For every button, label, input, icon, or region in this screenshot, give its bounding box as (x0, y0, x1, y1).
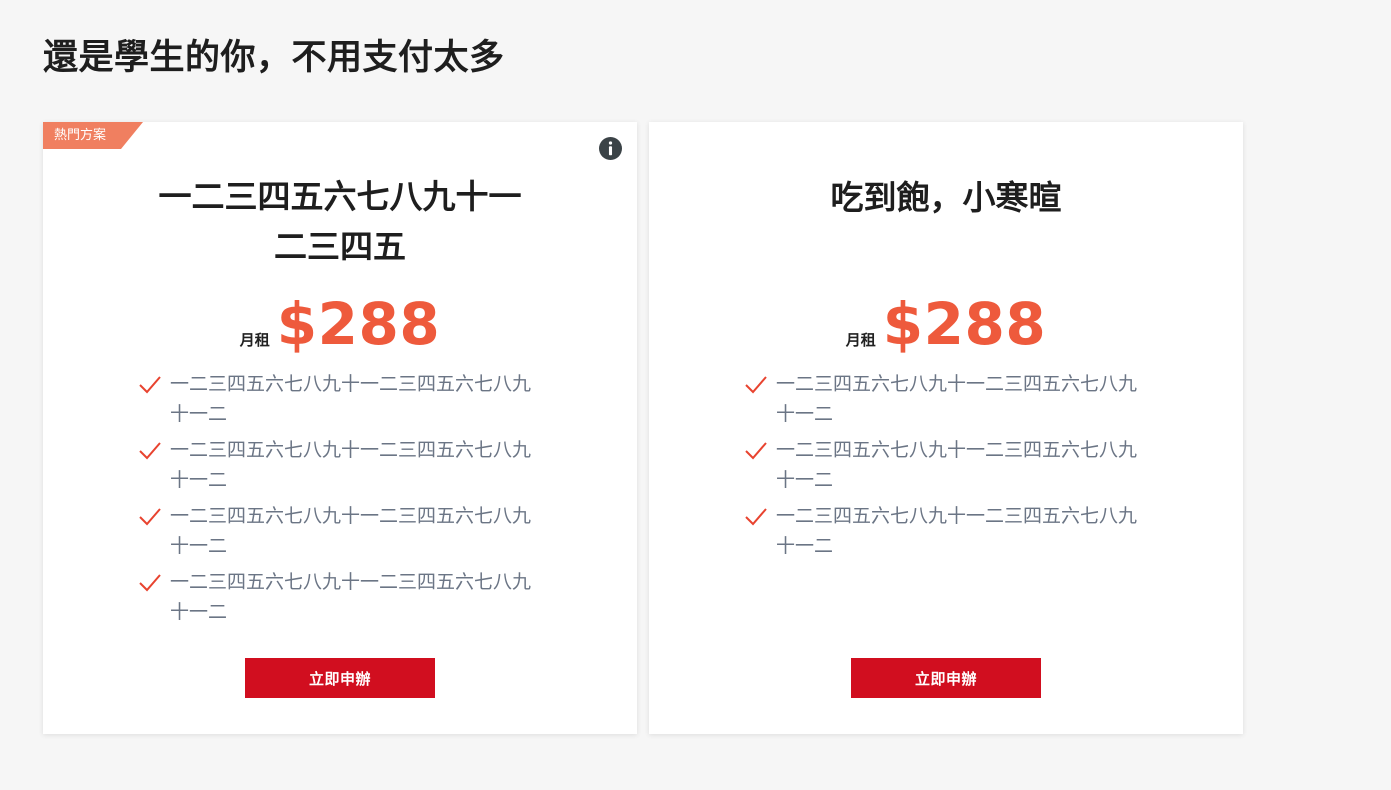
price-row: 月租 $288 (43, 292, 637, 356)
feature-text: 一二三四五六七八九十一二三四五六七八九十一二 (170, 439, 532, 491)
plan-title-line: 吃到飽，小寒暄 (830, 178, 1062, 217)
apply-button[interactable]: 立即申辦 (851, 658, 1041, 698)
feature-item: 一二三四五六七八九十一二三四五六七八九十一二 (138, 567, 538, 627)
check-icon (139, 574, 161, 592)
price-row: 月租 $288 (649, 292, 1243, 356)
feature-list: 一二三四五六七八九十一二三四五六七八九十一二 一二三四五六七八九十一二三四五六七… (744, 369, 1144, 567)
check-icon (139, 508, 161, 526)
feature-text: 一二三四五六七八九十一二三四五六七八九十一二 (776, 373, 1138, 425)
feature-list: 一二三四五六七八九十一二三四五六七八九十一二 一二三四五六七八九十一二三四五六七… (138, 369, 538, 633)
price-unit-label: 月租 (845, 331, 876, 349)
feature-text: 一二三四五六七八九十一二三四五六七八九十一二 (170, 571, 532, 623)
feature-item: 一二三四五六七八九十一二三四五六七八九十一二 (138, 435, 538, 495)
apply-button[interactable]: 立即申辦 (245, 658, 435, 698)
popular-badge: 熱門方案 (43, 122, 143, 149)
plan-card-unlimited: 吃到飽，小寒暄 月租 $288 一二三四五六七八九十一二三四五六七八九十一二 一… (649, 122, 1243, 734)
check-icon (745, 442, 767, 460)
page-title: 還是學生的你，不用支付太多 (43, 38, 505, 78)
price-value: $288 (882, 290, 1047, 358)
feature-item: 一二三四五六七八九十一二三四五六七八九十一二 (744, 435, 1144, 495)
feature-text: 一二三四五六七八九十一二三四五六七八九十一二 (776, 505, 1138, 557)
check-icon (139, 376, 161, 394)
feature-item: 一二三四五六七八九十一二三四五六七八九十一二 (744, 369, 1144, 429)
plan-title-line: 二三四五 (274, 227, 406, 266)
feature-text: 一二三四五六七八九十一二三四五六七八九十一二 (170, 505, 532, 557)
plan-card-popular: 熱門方案 一二三四五六七八九十一 二三四五 月租 $288 一二三四五六七八九十… (43, 122, 637, 734)
feature-item: 一二三四五六七八九十一二三四五六七八九十一二 (744, 501, 1144, 561)
feature-text: 一二三四五六七八九十一二三四五六七八九十一二 (776, 439, 1138, 491)
check-icon (139, 442, 161, 460)
plan-title-line: 一二三四五六七八九十一 (158, 177, 522, 216)
price-unit-label: 月租 (239, 331, 270, 349)
info-icon[interactable] (599, 137, 622, 160)
check-icon (745, 376, 767, 394)
price-value: $288 (276, 290, 441, 358)
check-icon (745, 508, 767, 526)
feature-item: 一二三四五六七八九十一二三四五六七八九十一二 (138, 369, 538, 429)
plan-title: 一二三四五六七八九十一 二三四五 (113, 172, 567, 272)
feature-item: 一二三四五六七八九十一二三四五六七八九十一二 (138, 501, 538, 561)
feature-text: 一二三四五六七八九十一二三四五六七八九十一二 (170, 373, 532, 425)
plan-title: 吃到飽，小寒暄 (719, 173, 1173, 223)
